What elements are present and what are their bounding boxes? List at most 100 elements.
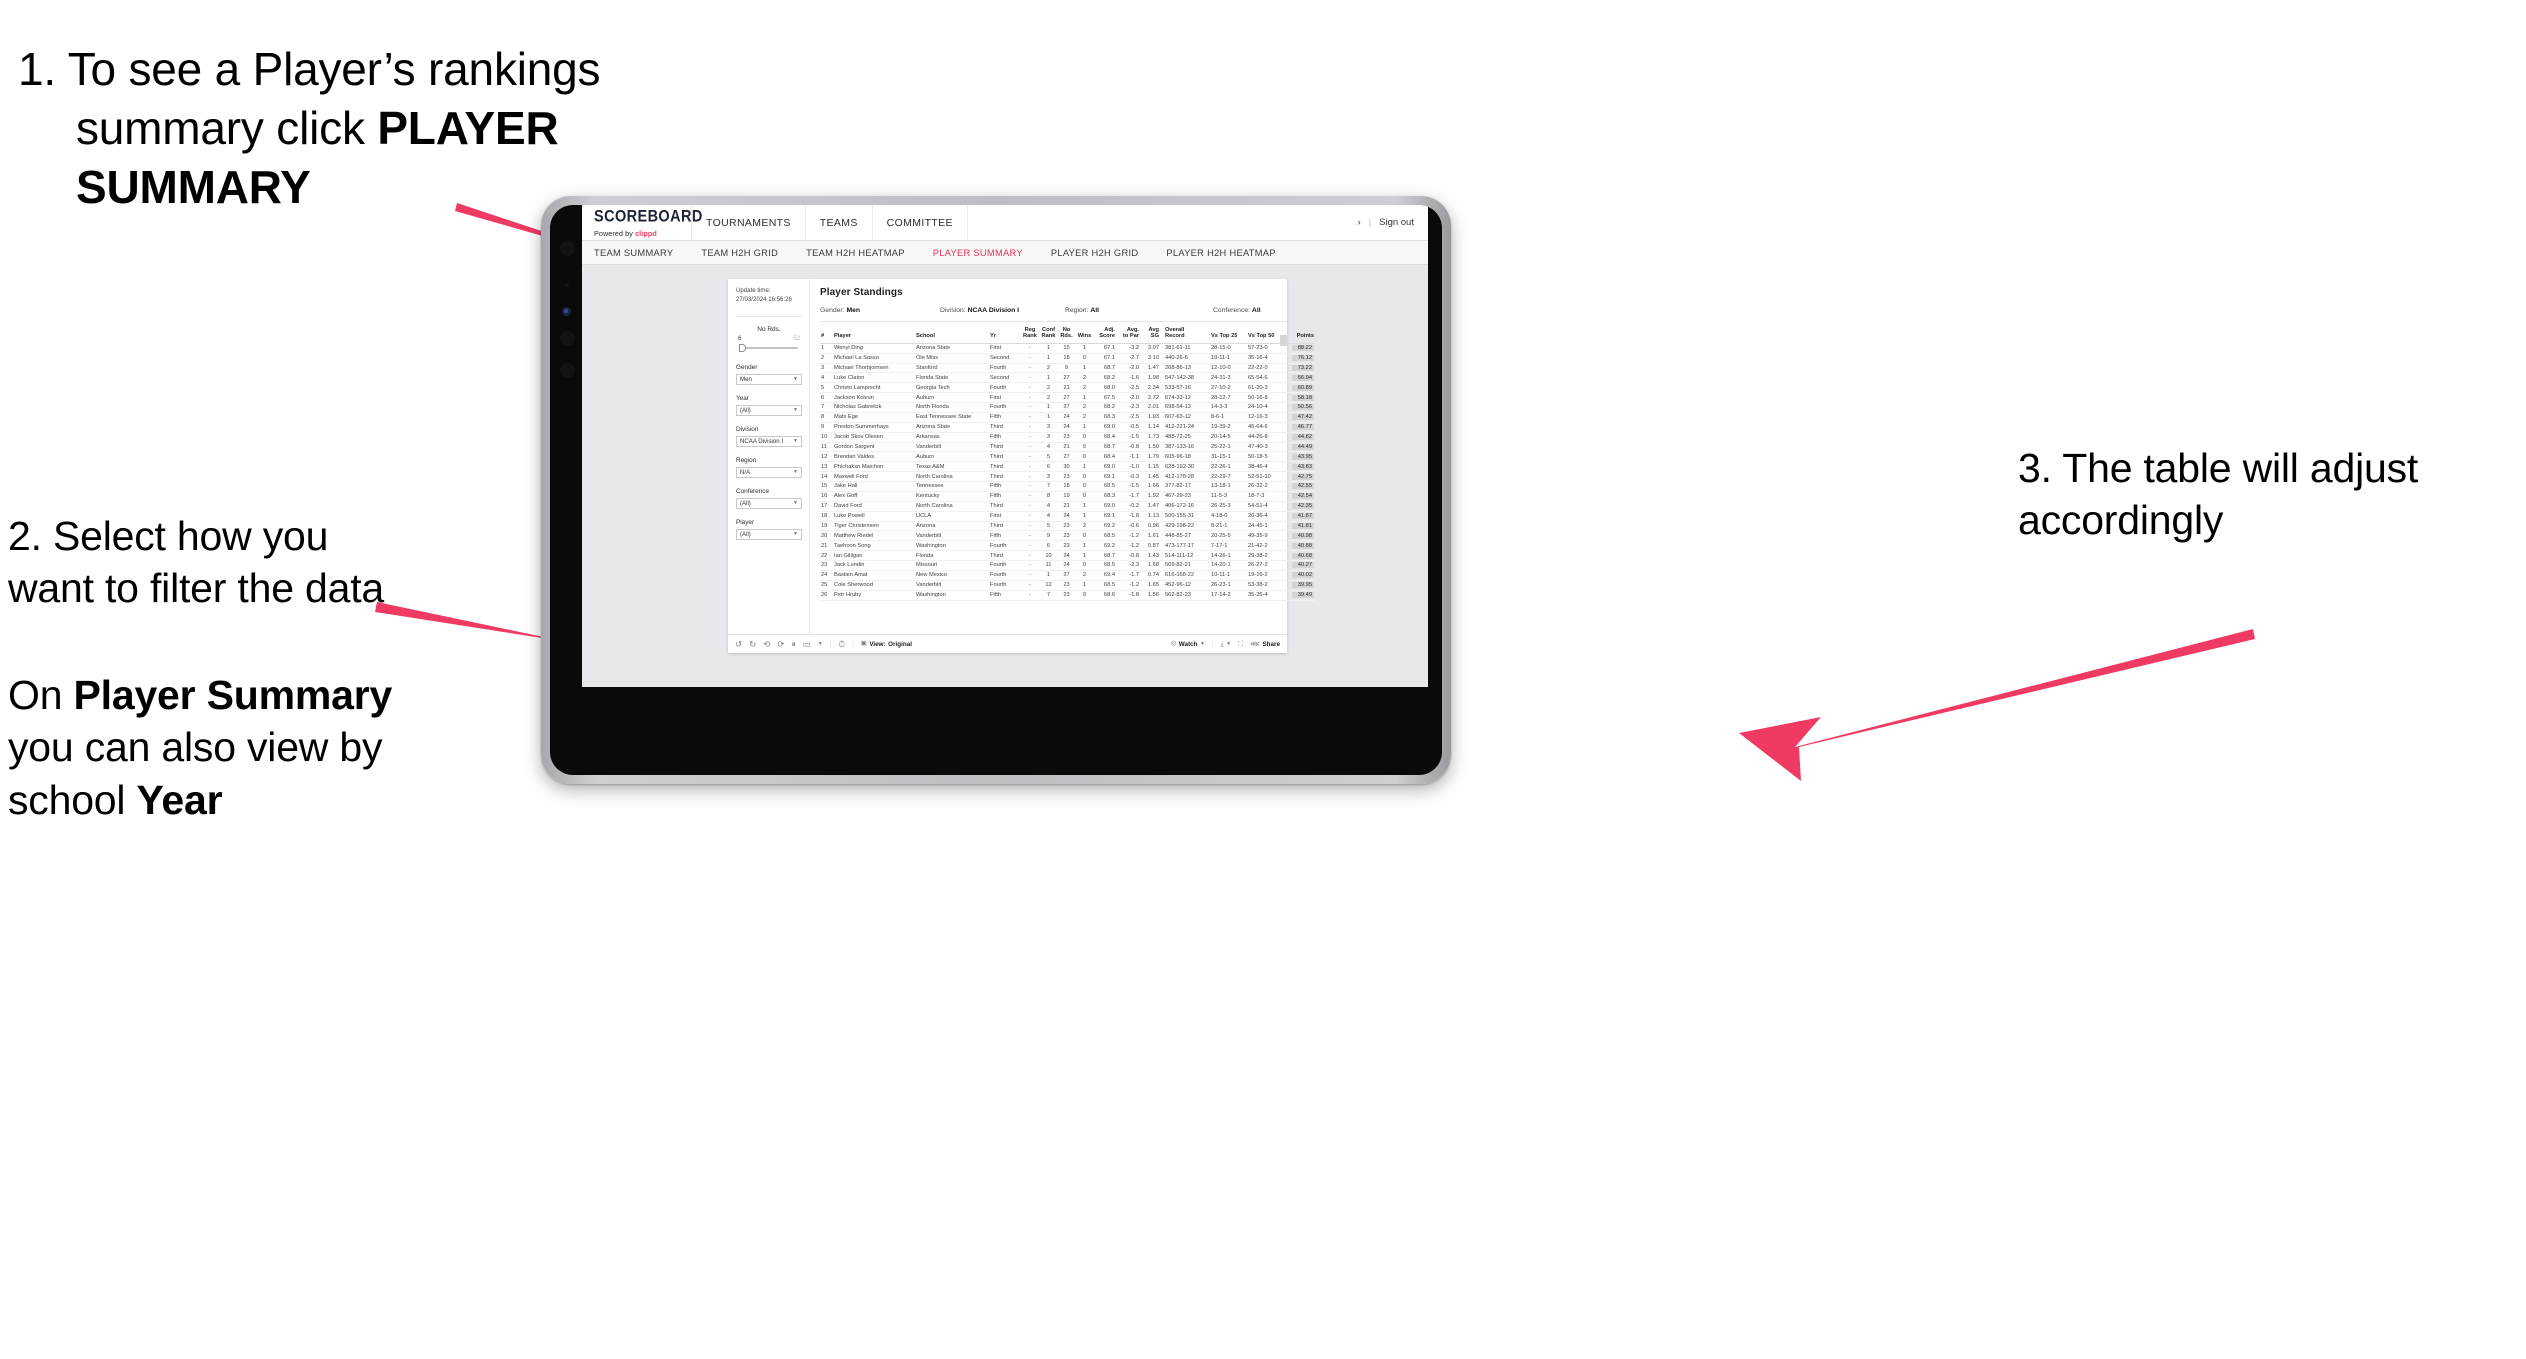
col-conf-rank[interactable]: Conf Rank (1039, 325, 1058, 344)
table-row[interactable]: 2 Michael La Sasso Ole Miss Second -1 18 0 67.1… (820, 353, 1315, 364)
year-select[interactable]: (All) ▼ (736, 404, 802, 416)
share-button[interactable]: ⋘ Share (1250, 641, 1280, 648)
slider-handle[interactable] (739, 344, 746, 352)
player-select[interactable]: (All) ▼ (736, 528, 802, 540)
table-row[interactable]: 19 Tiger Christensen Arizona Third -5 23 2 69.2… (820, 521, 1315, 532)
table-row[interactable]: 6 Jackson Koivun Auburn First -2 27 1 67.5 -2.0 2… (820, 392, 1315, 403)
col-school[interactable]: School (915, 325, 989, 344)
table-row[interactable]: 12 Brendan Valdes Auburn Third -5 27 0 68.4 -1.1… (820, 451, 1315, 463)
cell-overall-record: 387-133-16 (1160, 442, 1210, 453)
gender-select[interactable]: Men ▼ (736, 373, 802, 385)
col-avg-to-par[interactable]: Avg. to Par (1116, 325, 1140, 344)
region-value: N/A (740, 468, 751, 476)
table-row[interactable]: 11 Gordon Sargent Vanderbilt Third -4 21 0 68.7… (820, 442, 1315, 453)
points-value: 88.22 (1292, 345, 1314, 352)
topnav-tournaments[interactable]: TOURNAMENTS (692, 205, 806, 240)
chevron-down-icon[interactable]: ▼ (818, 641, 823, 647)
cell-rank: 1 (820, 343, 833, 354)
table-row[interactable]: 21 Taehoon Song Washington Fourth -6 23 1 69.2-… (820, 540, 1315, 552)
custom-view-icon[interactable]: ▭ (803, 640, 811, 649)
truncated-user-label: › (1357, 217, 1361, 228)
table-row[interactable]: 25 Cole Sherwood Vanderbilt Fourth -12 23 1 68.… (820, 580, 1315, 591)
table-row[interactable]: 16 Alex Goff Kentucky Fifth -8 19 0 68.3 -1.7 1.9… (820, 491, 1315, 502)
viz-subheader: Gender: Men Division: NCAA Division I Re… (820, 307, 1287, 322)
table-row[interactable]: 13 Phichaksn Maichon Texas A&M Third -6 30 1 69… (820, 461, 1315, 473)
alert-icon[interactable]: ⏱ (838, 640, 845, 649)
col-player[interactable]: Player (833, 325, 915, 344)
table-row[interactable]: 22 Ian Gilligan Florida Third -10 24 1 68.7 -0.8… (820, 550, 1315, 561)
cell-vs-top-25: 14-3-3 (1210, 402, 1247, 413)
table-scrollbar-thumb[interactable] (1280, 335, 1287, 346)
view-original-item[interactable]: ▣ View: Original (861, 640, 912, 648)
col-vs-top-25[interactable]: Vs Top 25 (1210, 325, 1247, 344)
table-row[interactable]: 17 David Ford North Carolina Third -4 21 1 69.0… (820, 501, 1315, 512)
tab-team-h2h-grid[interactable]: TEAM H2H GRID (701, 248, 794, 258)
table-row[interactable]: 1 Wenyi Ding Arizona State First -1 15 1 67.1 -3… (820, 343, 1315, 354)
table-row[interactable]: 18 Luke Powell UCLA First -4 24 1 69.1 -1.8 1.13 5… (820, 511, 1315, 522)
cell-avg-sg: 1.68 (1140, 560, 1160, 571)
col-wins[interactable]: Wins (1075, 325, 1094, 344)
cell-avg-to-par: -1.0 (1116, 461, 1140, 473)
sign-out-link[interactable]: Sign out (1379, 217, 1414, 228)
col-reg-rank[interactable]: Reg Rank (1021, 325, 1039, 344)
app-screen: SCOREBOARD Powered by clippd TOURNAMENTS… (582, 205, 1428, 687)
conference-select[interactable]: (All) ▼ (736, 497, 802, 509)
col-avg-sg[interactable]: Avg SG (1140, 325, 1160, 344)
cell-player: Mats Ege (833, 412, 915, 423)
standings-table-body: 1 Wenyi Ding Arizona State First -1 15 1 67.1 -3… (820, 343, 1315, 601)
division-select[interactable]: NCAA Division I ▼ (736, 435, 802, 447)
table-row[interactable]: 24 Bastien Amat New Mexico Fourth -1 27 2 69.4-… (820, 570, 1315, 581)
col-no-rounds[interactable]: No Rds. (1058, 325, 1075, 344)
table-row[interactable]: 14 Maxwell Ford North Carolina Third -3 23 0 69… (820, 471, 1315, 482)
col-overall-record[interactable]: Overall Record (1160, 325, 1210, 344)
revert-icon[interactable]: ⟲ (763, 640, 770, 649)
points-value: 47.42 (1292, 414, 1314, 421)
table-row[interactable]: 7 Nicholas Gabrelcik North Florida Fourth -1… (820, 402, 1315, 413)
view-value: Original (888, 640, 912, 648)
cell-year: Fifth (989, 491, 1021, 502)
tab-player-h2h-heatmap[interactable]: PLAYER H2H HEATMAP (1166, 248, 1291, 258)
table-row[interactable]: 9 Preston Summerhays Arizona State Third -3 2… (820, 422, 1315, 433)
redo-icon[interactable]: ↻ (749, 640, 756, 649)
col-year[interactable]: Yr (989, 325, 1021, 344)
brand-logo[interactable]: SCOREBOARD Powered by clippd (582, 205, 702, 240)
region-select[interactable]: N/A ▼ (736, 466, 802, 478)
cell-year: Third (989, 461, 1021, 473)
col-rank[interactable]: # (820, 325, 833, 344)
col-adj-score[interactable]: Adj. Score (1094, 325, 1116, 344)
table-row[interactable]: 8 Mats Ege East Tennessee State Fifth -1 24 2 6… (820, 412, 1315, 423)
table-row[interactable]: 5 Christo Lamprecht Georgia Tech Fourth -2 21… (820, 382, 1315, 394)
pause-updates-icon[interactable]: ⏸ (792, 640, 796, 649)
undo-icon[interactable]: ↺ (735, 640, 742, 649)
table-row[interactable]: 4 Luke Claton Florida State Second -1 27 2 68.2… (820, 372, 1315, 384)
cell-vs-top-25: 26-23-1 (1210, 580, 1247, 591)
cell-school: Washington (915, 590, 989, 601)
topnav-committee[interactable]: COMMITTEE (873, 205, 968, 240)
refresh-data-icon[interactable]: ⟳ (777, 640, 784, 649)
tab-player-h2h-grid[interactable]: PLAYER H2H GRID (1051, 248, 1155, 258)
cell-avg-to-par: -1.8 (1116, 590, 1140, 601)
cell-adj-score: 68.2 (1094, 402, 1116, 413)
tab-team-summary[interactable]: TEAM SUMMARY (594, 248, 689, 258)
cell-avg-sg: 1.15 (1140, 461, 1160, 473)
cell-conf-rank: 2 (1039, 392, 1058, 403)
topnav-teams[interactable]: TEAMS (806, 205, 873, 240)
table-row[interactable]: 26 Petr Hruby Washington Fifth -7 23 0 68.6 -1.8… (820, 590, 1315, 601)
watch-button[interactable]: ◎ Watch ▼ (1171, 640, 1205, 647)
no-rounds-slider[interactable] (736, 344, 802, 352)
tab-player-summary[interactable]: PLAYER SUMMARY (933, 248, 1039, 258)
cell-conf-rank: 4 (1039, 442, 1058, 453)
table-row[interactable]: 15 Jake Hall Tennessee Fifth -7 18 0 68.5 -1.5 1.… (820, 481, 1315, 492)
table-row[interactable]: 3 Michael Thorbjornsen Stanford Fourth -2 9 1 6… (820, 363, 1315, 374)
download-button[interactable]: ⤓ ▼ (1221, 641, 1232, 648)
fullscreen-button[interactable]: ⛶ (1238, 641, 1243, 648)
slider-max-value: 52 (793, 334, 800, 342)
cell-school: Kentucky (915, 491, 989, 502)
table-row[interactable]: 10 Jacob Skov Olesen Arkansas Fifth -3 23 0 68.… (820, 432, 1315, 443)
table-row[interactable]: 23 Jack Lundin Missouri Fourth -11 24 0 68.5 -2.… (820, 560, 1315, 571)
tab-team-h2h-heatmap[interactable]: TEAM H2H HEATMAP (806, 248, 921, 258)
header-right-area: › | Sign out (1357, 205, 1428, 240)
col-points[interactable]: Points (1287, 325, 1315, 344)
table-row[interactable]: 20 Matthew Riedel Vanderbilt Fifth -9 23 0 68.5… (820, 530, 1315, 542)
toolbar-divider: | (1211, 640, 1214, 648)
